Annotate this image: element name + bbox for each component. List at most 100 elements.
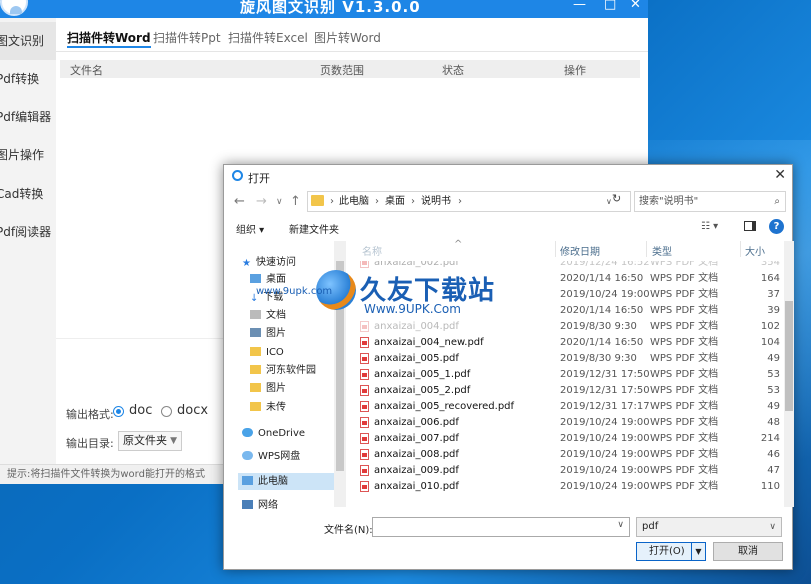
pdf-file-icon <box>360 417 369 428</box>
nav-item-ico[interactable]: ICO <box>250 344 284 361</box>
app-icon <box>232 170 243 181</box>
output-dir-label: 输出目录: <box>66 437 114 450</box>
nav-item-not-uploaded[interactable]: 未传 <box>250 399 286 416</box>
file-row[interactable]: anxaizai_005_1.pdf 2019/12/31 17:50 WPS PD… <box>350 367 784 383</box>
tab-scan-to-ppt[interactable]: 扫描件转Ppt <box>153 29 221 46</box>
cancel-button[interactable]: 取消 <box>713 542 783 561</box>
up-icon[interactable]: ↑ <box>290 194 301 209</box>
file-row[interactable]: anxaizai_005_recovered.pdf 2019/12/31 17:… <box>350 399 784 415</box>
file-table-header: 文件名 页数范围 状态 操作 <box>60 60 640 78</box>
tab-image-to-word[interactable]: 图片转Word <box>314 29 381 46</box>
output-format-label: 输出格式: <box>66 408 114 421</box>
folder-icon <box>250 383 261 392</box>
address-dropdown-icon[interactable]: ∨ <box>606 192 612 211</box>
organize-button[interactable]: 组织 ▾ <box>236 221 264 236</box>
forward-icon[interactable]: → <box>256 194 267 209</box>
network-icon <box>242 500 253 509</box>
dialog-titlebar: 打开 ✕ <box>224 165 792 187</box>
sidebar-item-ocr[interactable]: 图文识别 <box>0 22 56 60</box>
file-row[interactable]: anxaizai_004.pdf 2019/8/30 9:30 WPS PDF 文档… <box>350 319 784 335</box>
pc-icon <box>242 476 253 485</box>
breadcrumb-desktop[interactable]: 桌面 <box>385 192 405 211</box>
pdf-file-icon <box>360 385 369 396</box>
nav-item-hedong[interactable]: 河东软件园 <box>250 362 316 379</box>
dialog-title: 打开 <box>248 172 270 185</box>
refresh-icon[interactable]: ↻ <box>612 192 621 205</box>
dialog-toolbar: 组织 ▾ 新建文件夹 ☷ ▾ ? <box>224 217 792 239</box>
new-folder-button[interactable]: 新建文件夹 <box>289 221 339 236</box>
star-icon: ★ <box>242 258 251 269</box>
file-type-select[interactable]: pdf ∨ <box>636 517 782 537</box>
file-row[interactable]: anxaizai_005.pdf 2019/8/30 9:30 WPS PDF 文档… <box>350 351 784 367</box>
nav-item-pictures[interactable]: 图片 <box>250 325 286 342</box>
file-row[interactable]: anxaizai_010.pdf 2019/10/24 19:00 WPS PDF … <box>350 479 784 495</box>
open-options-dropdown[interactable]: ▼ <box>691 543 705 560</box>
folder-icon <box>311 195 324 206</box>
sidebar-item-pdf-reader[interactable]: Pdf阅读器 <box>0 213 56 251</box>
folder-icon <box>250 402 261 411</box>
output-dir-select[interactable]: 原文件夹 ▼ <box>118 431 182 451</box>
open-button[interactable]: 打开(O) ▼ <box>636 542 706 561</box>
sort-arrow-icon: ^ <box>454 239 463 250</box>
breadcrumb-this-pc[interactable]: 此电脑 <box>339 192 369 211</box>
help-icon[interactable]: ? <box>769 219 784 234</box>
maximize-button[interactable]: □ <box>604 0 616 12</box>
watermark-url: Www.9UPK.Com <box>364 302 461 316</box>
sidebar-item-image-ops[interactable]: 图片操作 <box>0 136 56 174</box>
sidebar-item-pdf-convert[interactable]: Pdf转换 <box>0 60 56 98</box>
column-type[interactable]: 类型 <box>652 243 672 258</box>
minimize-button[interactable]: — <box>573 0 586 12</box>
search-input[interactable]: 搜索"说明书" ⌕ <box>634 191 786 212</box>
nav-item-network[interactable]: 网络 <box>242 497 278 514</box>
pdf-file-icon <box>360 481 369 492</box>
nav-item-onedrive[interactable]: OneDrive <box>242 425 305 442</box>
sidebar-item-pdf-editor[interactable]: Pdf编辑器 <box>0 98 56 136</box>
format-docx-label[interactable]: docx <box>177 403 208 418</box>
scrollbar-thumb[interactable] <box>785 301 793 411</box>
format-doc-radio[interactable] <box>113 406 124 417</box>
pdf-file-icon <box>360 337 369 348</box>
nav-item-quick-access[interactable]: ★ 快速访问 <box>242 254 296 271</box>
format-docx-radio[interactable] <box>161 406 172 417</box>
sidebar-item-cad-convert[interactable]: Cad转换 <box>0 175 56 213</box>
file-list-scrollbar[interactable] <box>784 241 794 507</box>
file-type-value: pdf <box>642 521 659 532</box>
nav-item-wps-drive[interactable]: WPS网盘 <box>242 448 300 465</box>
breadcrumb-manuals[interactable]: 说明书 <box>421 192 451 211</box>
folder-icon <box>250 365 261 374</box>
close-button[interactable]: ✕ <box>630 0 641 12</box>
file-row[interactable]: anxaizai_006.pdf 2019/10/24 19:00 WPS PDF … <box>350 415 784 431</box>
column-name[interactable]: 名称 <box>362 243 382 258</box>
column-header-status: 状态 <box>442 64 464 77</box>
file-row[interactable]: anxaizai_004_new.pdf 2020/1/14 16:50 WPS P… <box>350 335 784 351</box>
file-row[interactable]: anxaizai_009.pdf 2019/10/24 19:00 WPS PDF … <box>350 463 784 479</box>
app-sidebar: 图文识别 Pdf转换 Pdf编辑器 图片操作 Cad转换 Pdf阅读器 <box>0 18 56 464</box>
recent-locations-icon[interactable]: ∨ <box>276 197 283 207</box>
address-bar[interactable]: › 此电脑 › 桌面 › 说明书 › ∨ <box>307 191 631 212</box>
view-options-icon[interactable]: ☷ ▾ <box>701 221 718 232</box>
tab-scan-to-excel[interactable]: 扫描件转Excel <box>228 29 308 46</box>
pdf-file-icon <box>360 321 369 332</box>
nav-item-this-pc[interactable]: 此电脑 <box>238 473 338 490</box>
format-doc-label[interactable]: doc <box>129 403 152 418</box>
pdf-file-icon <box>360 449 369 460</box>
filename-row: 文件名(N): ∨ pdf ∨ <box>224 517 792 539</box>
column-modified[interactable]: 修改日期 <box>560 243 600 258</box>
back-icon[interactable]: ← <box>234 194 245 209</box>
filename-input[interactable]: ∨ <box>372 517 630 537</box>
preview-pane-icon[interactable] <box>744 221 756 231</box>
user-avatar[interactable] <box>0 0 28 16</box>
chevron-down-icon[interactable]: ∨ <box>617 520 624 530</box>
pdf-file-icon <box>360 465 369 476</box>
file-row[interactable]: anxaizai_007.pdf 2019/10/24 19:00 WPS PDF … <box>350 431 784 447</box>
nav-item-documents[interactable]: 文档 <box>250 307 286 324</box>
column-size[interactable]: 大小 <box>745 243 765 258</box>
file-list-header: 名称 ^ 修改日期 类型 大小 <box>350 239 784 258</box>
file-row[interactable]: anxaizai_005_2.pdf 2019/12/31 17:50 WPS PD… <box>350 383 784 399</box>
file-row[interactable]: anxaizai_008.pdf 2019/10/24 19:00 WPS PDF … <box>350 447 784 463</box>
close-icon[interactable]: ✕ <box>774 167 786 183</box>
app-titlebar: 旋风图文识别 V1.3.0.0 — □ ✕ <box>0 0 648 18</box>
tab-scan-to-word[interactable]: 扫描件转Word <box>67 29 151 48</box>
nav-item-pictures-2[interactable]: 图片 <box>250 380 286 397</box>
cloud-icon <box>242 428 253 437</box>
